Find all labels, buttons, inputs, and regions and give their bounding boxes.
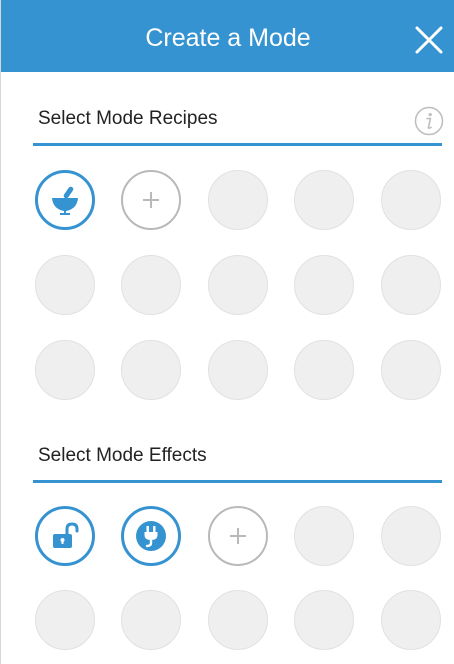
- create-mode-dialog: Create a Mode Select Mode Recipes Select…: [0, 0, 454, 664]
- recipe-slot-empty: [381, 255, 441, 315]
- info-circle-icon: [414, 106, 444, 136]
- recipe-slot-selected[interactable]: [35, 170, 95, 230]
- recipe-slot-empty: [121, 255, 181, 315]
- recipe-slot-empty: [208, 255, 268, 315]
- mortar-pestle-icon: [52, 186, 78, 215]
- recipe-slot-empty: [294, 255, 354, 315]
- effect-slot-empty: [294, 506, 354, 566]
- recipe-slot-empty: [208, 170, 268, 230]
- recipe-slot-empty: [381, 170, 441, 230]
- effect-slot-empty: [35, 590, 95, 650]
- info-button[interactable]: [414, 106, 444, 136]
- recipe-slot-empty: [294, 170, 354, 230]
- recipe-slot-empty: [121, 340, 181, 400]
- plus-icon: [143, 192, 159, 208]
- recipe-slot-empty: [35, 340, 95, 400]
- recipes-section-divider: [33, 143, 442, 146]
- effect-slot-empty: [208, 590, 268, 650]
- recipe-add-button[interactable]: [121, 170, 181, 230]
- effect-slot-empty: [121, 590, 181, 650]
- effect-slot-selected[interactable]: [121, 506, 181, 566]
- recipe-slot-empty: [294, 340, 354, 400]
- effect-add-button[interactable]: [208, 506, 268, 566]
- close-button[interactable]: [409, 20, 449, 60]
- close-x-icon: [415, 26, 443, 54]
- plus-icon: [230, 528, 246, 544]
- dialog-header: Create a Mode: [1, 0, 454, 72]
- effect-slot-empty: [381, 506, 441, 566]
- effect-slot-empty: [294, 590, 354, 650]
- recipe-slot-empty: [35, 255, 95, 315]
- effects-section-title: Select Mode Effects: [38, 445, 207, 466]
- effect-slot-selected[interactable]: [35, 506, 95, 566]
- effect-slot-empty: [381, 590, 441, 650]
- effects-section-divider: [33, 480, 442, 483]
- recipe-slot-empty: [381, 340, 441, 400]
- recipes-section-title: Select Mode Recipes: [38, 108, 218, 129]
- power-plug-icon: [136, 521, 166, 551]
- unlock-icon: [53, 522, 79, 548]
- dialog-title: Create a Mode: [145, 24, 311, 52]
- recipe-slot-empty: [208, 340, 268, 400]
